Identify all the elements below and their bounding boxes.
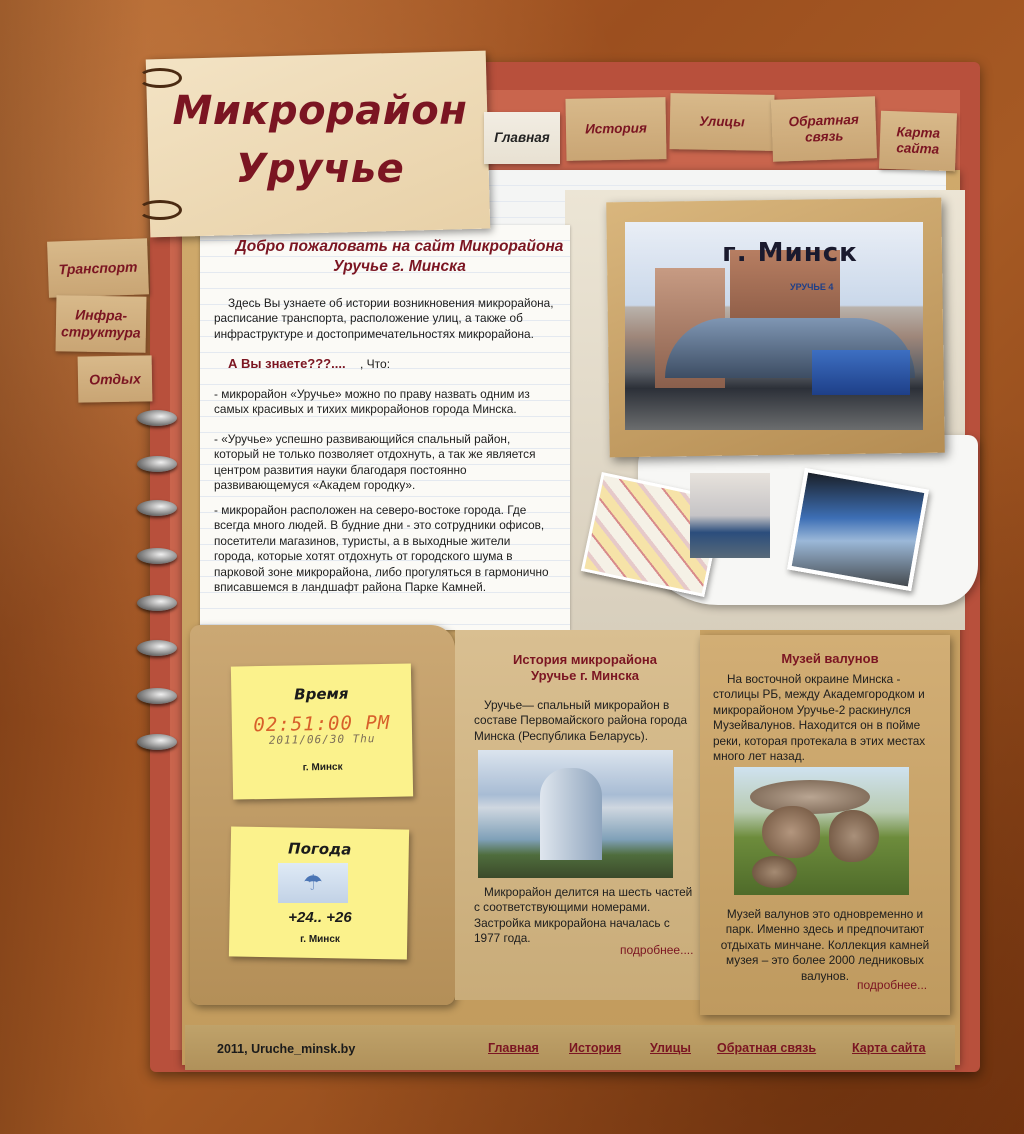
- fact-2: - «Уручье» успешно развивающийся спальны…: [214, 432, 536, 493]
- footer-link-feedback[interactable]: Обратная связь: [717, 1041, 816, 1055]
- museum-more-link[interactable]: подробнее...: [857, 978, 927, 992]
- mall-sign: [812, 350, 910, 395]
- spiral-ring-icon: [137, 548, 177, 564]
- sidebar-item-label: Транспорт: [58, 258, 138, 277]
- museum-title[interactable]: Музей валунов: [730, 651, 930, 667]
- office-building-image: [540, 768, 602, 860]
- history-text-2: Микрорайон делится на шесть частей с соо…: [474, 885, 693, 946]
- sidebar-item-label: Инфра-структура: [60, 306, 141, 341]
- site-title[interactable]: Микрорайон Уручье: [160, 82, 480, 198]
- spiral-ring-icon: [137, 640, 177, 656]
- museum-text-1: На восточной окраине Минска - столицы РБ…: [713, 672, 926, 764]
- nav-feedback[interactable]: Обратная связь: [770, 96, 878, 162]
- spiral-ring-icon: [137, 456, 177, 472]
- nav-sitemap[interactable]: Карта сайта: [879, 110, 957, 172]
- welcome-title: Добро пожаловать на сайт Микрорайона Уру…: [235, 238, 564, 275]
- boulder-image: [752, 856, 797, 888]
- boulder-image: [762, 806, 820, 858]
- boulder-image: [829, 810, 879, 862]
- cloud-rain-icon: ☂: [278, 863, 348, 903]
- fact-3: - микрорайон расположен на северо-восток…: [214, 503, 549, 595]
- footer-link-history[interactable]: История: [569, 1041, 621, 1055]
- weather-city: г. Минск: [300, 934, 340, 945]
- spiral-ring-icon: [137, 410, 177, 426]
- history-more-link[interactable]: подробнее....: [620, 943, 693, 957]
- history-title[interactable]: История микрорайона Уручье г. Минска: [490, 652, 680, 684]
- know-suffix: , Что:: [360, 357, 391, 371]
- nav-streets-label: Улицы: [699, 113, 745, 130]
- sidebar-item-transport[interactable]: Транспорт: [47, 238, 149, 298]
- clock-city: г. Минск: [302, 761, 343, 774]
- spiral-ring-icon: [137, 500, 177, 516]
- footer-link-home[interactable]: Главная: [488, 1041, 539, 1055]
- string-icon: [138, 200, 182, 220]
- fact-1: - микрорайон «Уручье» можно по праву наз…: [214, 387, 530, 417]
- site-title-line1: Микрорайон: [172, 88, 468, 134]
- weather-title: Погода: [287, 839, 352, 859]
- metro-entrance-photo: [690, 473, 770, 558]
- nav-streets[interactable]: Улицы: [669, 93, 775, 151]
- sidebar-item-infrastructure[interactable]: Инфра-структура: [55, 295, 147, 353]
- nav-sitemap-label: Карта сайта: [896, 124, 941, 157]
- weather-temp: +24.. +26: [288, 909, 352, 926]
- spiral-ring-icon: [137, 595, 177, 611]
- boulder-image: [750, 780, 870, 814]
- mall-sign-text: УРУЧЬЕ 4: [790, 282, 834, 292]
- sidebar-item-leisure[interactable]: Отдых: [77, 355, 153, 403]
- know-title: А Вы знаете???....: [228, 356, 346, 371]
- nav-feedback-label: Обратная связь: [788, 111, 860, 145]
- museum-text-2: Музей валунов это одновременно и парк. И…: [720, 907, 930, 983]
- welcome-intro: Здесь Вы узнаете об истории возникновени…: [214, 296, 554, 341]
- site-title-line2: Уручье: [235, 146, 405, 192]
- spiral-ring-icon: [137, 734, 177, 750]
- history-text-1: Уручье— спальный микрорайон в составе Пе…: [474, 698, 688, 743]
- footer-link-streets[interactable]: Улицы: [650, 1041, 691, 1055]
- footer-copyright: 2011, Uruche_minsk.by: [217, 1042, 356, 1056]
- clock-widget: Время 02:51:00 PM 2011/06/30 Thu г. Минс…: [230, 663, 414, 800]
- metro-train-photo: [787, 467, 929, 592]
- nav-home[interactable]: Главная: [484, 112, 560, 164]
- spiral-ring-icon: [137, 688, 177, 704]
- sidebar-item-label: Отдых: [89, 370, 141, 387]
- nav-history[interactable]: История: [565, 97, 667, 161]
- nav-history-label: История: [584, 120, 647, 137]
- clock-title: Время: [294, 684, 349, 704]
- nav-home-label: Главная: [494, 130, 550, 145]
- city-label: г. Минск: [722, 238, 858, 268]
- footer-link-sitemap[interactable]: Карта сайта: [852, 1041, 926, 1055]
